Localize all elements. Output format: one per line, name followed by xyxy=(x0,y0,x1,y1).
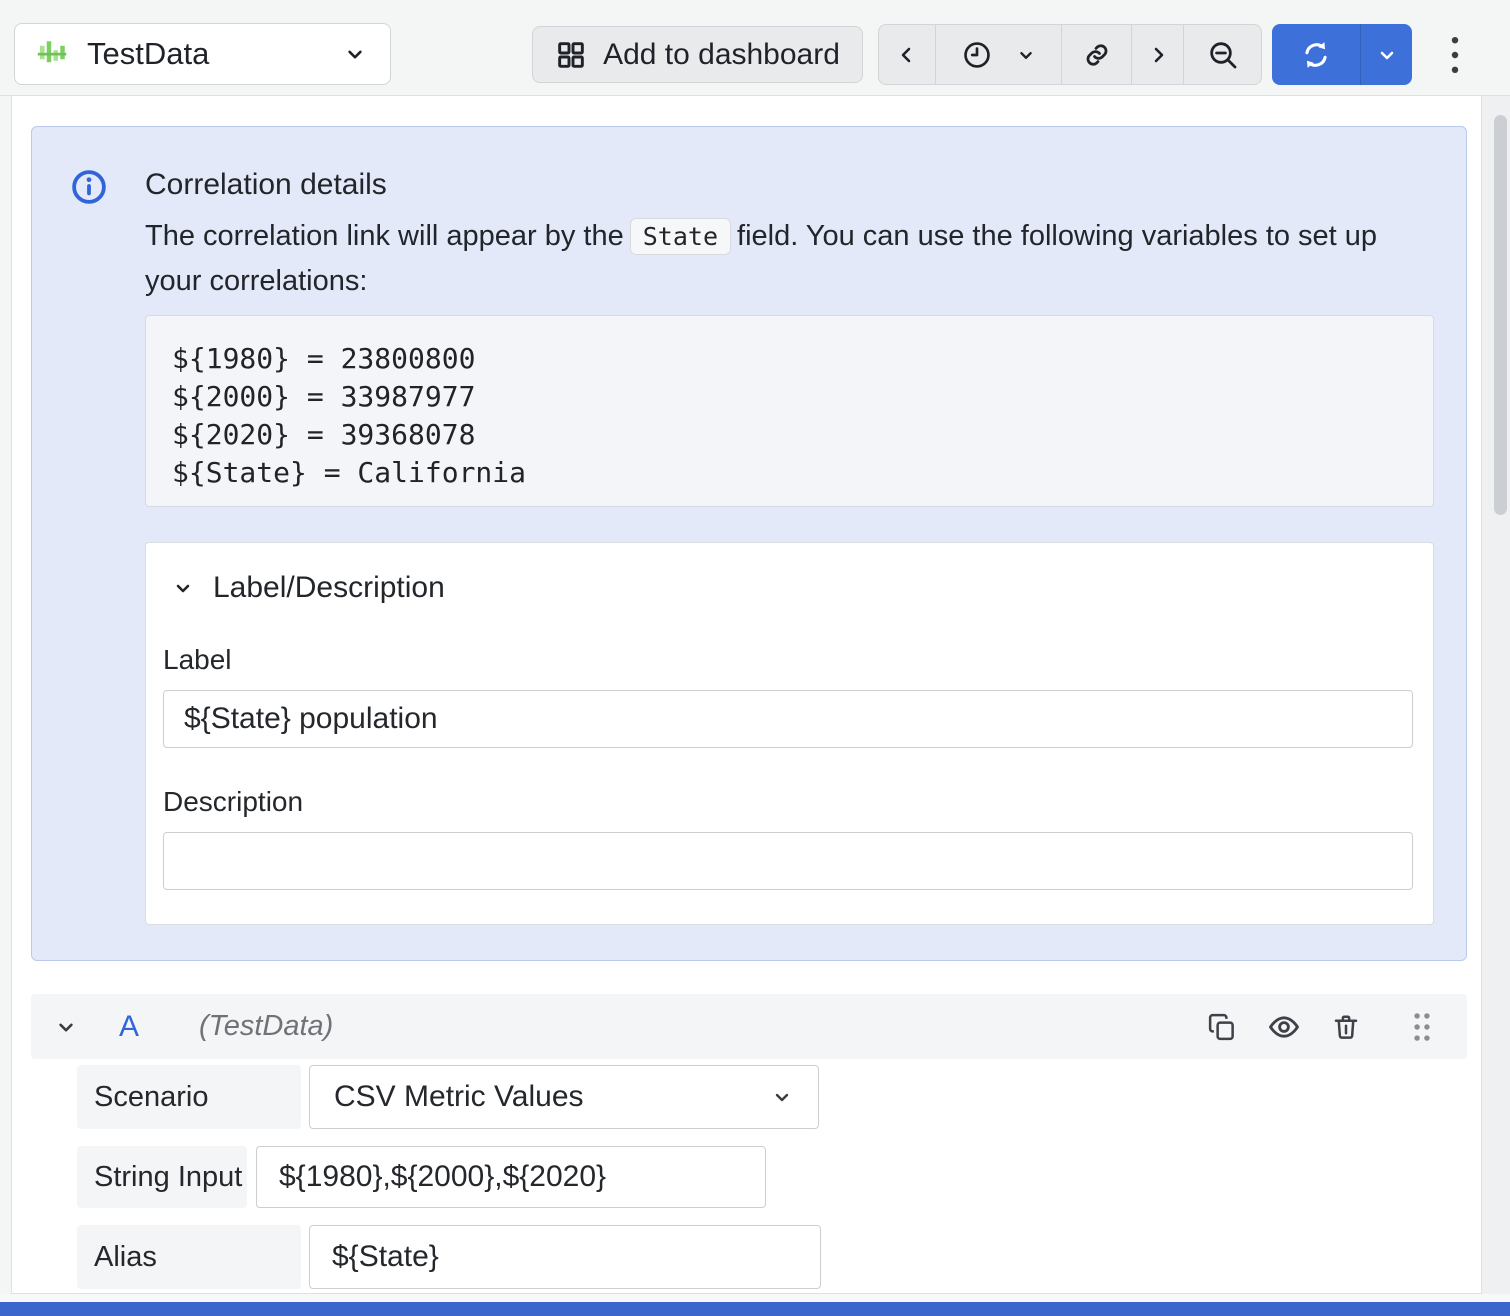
page: TestData Add to dashboard xyxy=(0,0,1510,1316)
scenario-select-value: CSV Metric Values xyxy=(334,1080,770,1114)
time-shift-forward-button[interactable] xyxy=(1132,25,1184,84)
alert-text-before: The correlation link will appear by the xyxy=(145,220,624,252)
more-options-button[interactable] xyxy=(1436,28,1474,82)
editor-panel: Correlation details The correlation link… xyxy=(11,95,1482,1294)
chevron-right-icon xyxy=(1146,43,1170,67)
string-input-input[interactable] xyxy=(256,1146,766,1208)
correlation-variables-block: ${1980} = 23800800 ${2000} = 33987977 ${… xyxy=(145,315,1434,507)
kebab-menu-icon xyxy=(1440,34,1470,76)
sync-icon xyxy=(1299,38,1333,72)
alert-text: The correlation link will appear by theS… xyxy=(145,214,1434,303)
toolbar: TestData Add to dashboard xyxy=(0,0,1510,95)
query-datasource-name: (TestData) xyxy=(199,1010,333,1043)
alert-title: Correlation details xyxy=(145,167,1434,203)
query-ref-id[interactable]: A xyxy=(119,1010,139,1044)
copy-icon xyxy=(1207,1012,1237,1042)
datasource-picker[interactable]: TestData xyxy=(14,23,391,85)
variable-line: ${1980} = 23800800 xyxy=(172,340,1407,378)
grip-dots-icon xyxy=(1409,1011,1435,1043)
testdata-datasource-icon xyxy=(37,36,73,72)
copy-time-range-button[interactable] xyxy=(1062,25,1132,84)
chevron-down-icon xyxy=(1015,44,1037,66)
trash-icon xyxy=(1331,1012,1361,1042)
field-name-chip: State xyxy=(630,218,731,255)
time-shift-back-button[interactable] xyxy=(879,25,936,84)
alias-input[interactable] xyxy=(309,1225,821,1289)
bottom-accent-bar xyxy=(0,1302,1510,1316)
datasource-picker-label: TestData xyxy=(87,36,209,72)
scenario-select[interactable]: CSV Metric Values xyxy=(309,1065,819,1129)
refresh-button[interactable] xyxy=(1272,24,1360,85)
eye-icon xyxy=(1267,1010,1301,1044)
label-input[interactable] xyxy=(163,690,1413,748)
time-controls xyxy=(878,24,1262,85)
variable-line: ${State} = California xyxy=(172,454,1407,492)
chevron-down-icon xyxy=(342,41,368,67)
info-icon xyxy=(70,168,108,206)
drag-query-handle[interactable] xyxy=(1409,1011,1435,1043)
chevron-left-icon xyxy=(895,43,919,67)
label-description-collapse[interactable]: Label/Description xyxy=(171,570,1408,606)
label-description-title: Label/Description xyxy=(213,571,445,605)
description-input[interactable] xyxy=(163,832,1413,890)
add-to-dashboard-button[interactable]: Add to dashboard xyxy=(532,26,863,83)
label-description-card: Label/Description Label Description xyxy=(145,542,1434,925)
correlation-details-alert: Correlation details The correlation link… xyxy=(31,126,1467,961)
query-collapse-button[interactable] xyxy=(53,1014,79,1040)
chevron-down-icon xyxy=(1375,43,1399,67)
add-to-dashboard-label: Add to dashboard xyxy=(603,38,840,72)
description-field-label: Description xyxy=(163,786,1408,818)
variable-line: ${2020} = 39368078 xyxy=(172,416,1407,454)
time-picker-button[interactable] xyxy=(936,25,1062,84)
apps-grid-icon xyxy=(555,39,587,71)
variable-line: ${2000} = 33987977 xyxy=(172,378,1407,416)
scrollbar-thumb[interactable] xyxy=(1494,115,1507,515)
link-icon xyxy=(1082,40,1112,70)
query-row-header[interactable]: A (TestData) xyxy=(31,994,1467,1059)
scenario-field-label: Scenario xyxy=(77,1065,301,1129)
refresh-interval-dropdown[interactable] xyxy=(1360,24,1412,85)
chevron-down-icon xyxy=(53,1014,79,1040)
clock-icon xyxy=(961,39,993,71)
zoom-out-icon xyxy=(1207,39,1239,71)
string-input-field-label: String Input xyxy=(77,1146,247,1208)
remove-query-button[interactable] xyxy=(1331,1012,1361,1042)
label-field-label: Label xyxy=(163,644,1408,676)
zoom-out-time-button[interactable] xyxy=(1184,25,1261,84)
chevron-down-icon xyxy=(171,576,195,600)
toggle-visibility-button[interactable] xyxy=(1267,1010,1301,1044)
chevron-down-icon xyxy=(770,1085,794,1109)
alias-field-label: Alias xyxy=(77,1225,301,1289)
duplicate-query-button[interactable] xyxy=(1207,1012,1237,1042)
refresh-split-button xyxy=(1272,24,1412,85)
